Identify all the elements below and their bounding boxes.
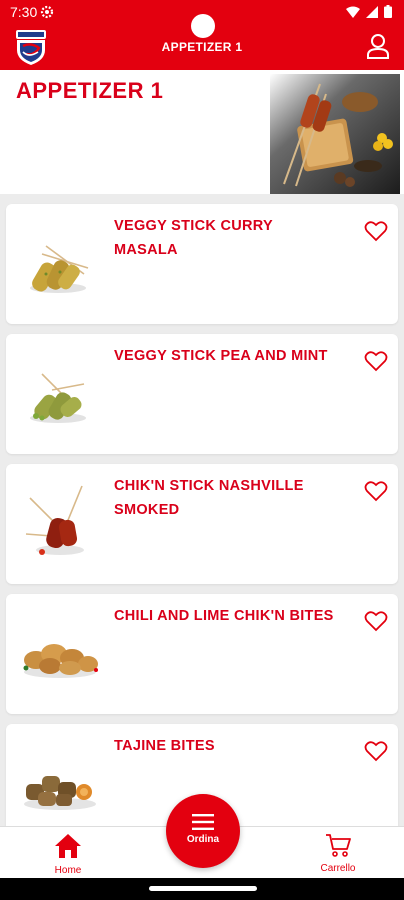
system-gesture-bar [0,878,404,900]
product-image [23,644,98,678]
nav-cart-label: Carrello [320,863,356,874]
heart-icon[interactable] [364,220,388,242]
product-image [25,485,84,555]
product-name: TAJINE BITES [114,738,215,754]
product-card[interactable]: CHILI AND LIME CHIK'N BITES [6,594,398,714]
product-name: CHIK'N STICK NASHVILLE SMOKED [114,478,304,518]
menu-icon [192,814,214,830]
battery-icon [384,5,392,18]
product-name: VEGGY STICK CURRY MASALA [114,218,273,258]
product-image [24,776,96,810]
wifi-icon [346,6,360,18]
nav-home-label: Home [54,865,82,876]
product-card[interactable]: VEGGY STICK CURRY MASALA [6,204,398,324]
heart-icon[interactable] [364,610,388,632]
order-button-label: Ordina [186,834,220,845]
product-list: VEGGY STICK CURRY MASALA VEGGY STICK PEA… [6,204,398,854]
product-image [30,373,86,423]
category-header: APPETIZER 1 [0,70,404,194]
profile-icon[interactable] [366,33,390,59]
product-image [30,245,89,293]
signal-icon [366,5,378,18]
camera-cutout [191,14,215,38]
home-icon [55,834,81,858]
status-time: 7:30 [10,4,38,20]
gesture-handle[interactable] [149,886,257,891]
category-title: APPETIZER 1 [16,78,164,103]
heart-icon[interactable] [364,480,388,502]
settings-icon [40,5,54,19]
cart-icon [326,834,351,857]
order-button[interactable]: Ordina [166,794,240,868]
product-card[interactable]: VEGGY STICK PEA AND MINT [6,334,398,454]
category-image [270,74,400,194]
nav-cart[interactable]: Carrello [298,833,378,874]
product-card[interactable]: CHIK'N STICK NASHVILLE SMOKED [6,464,398,584]
nav-home[interactable]: Home [28,833,108,876]
heart-icon[interactable] [364,740,388,762]
app-bar-title: APPETIZER 1 [161,40,243,54]
status-bar: 7:30 [0,0,404,38]
product-name: VEGGY STICK PEA AND MINT [114,348,328,364]
heart-icon[interactable] [364,350,388,372]
product-name: CHILI AND LIME CHIK'N BITES [114,608,334,624]
